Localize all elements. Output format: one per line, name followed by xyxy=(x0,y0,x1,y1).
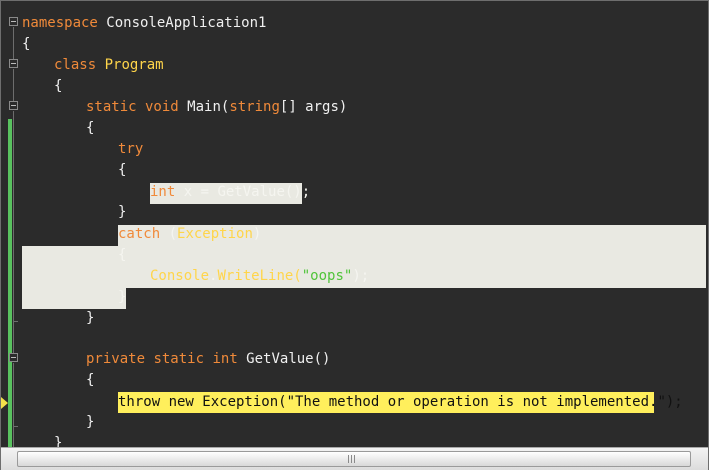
fold-end-marker xyxy=(13,321,18,322)
brace: { xyxy=(86,120,95,136)
keyword: try xyxy=(118,141,144,157)
horizontal-scrollbar[interactable] xyxy=(1,447,708,470)
fold-line xyxy=(13,69,14,101)
code-editor[interactable]: namespace ConsoleApplication1 { class Pr… xyxy=(0,0,709,470)
brace: } xyxy=(118,204,127,220)
statement-end: ); xyxy=(352,268,370,284)
fold-toggle-namespace[interactable] xyxy=(9,17,18,26)
code-line[interactable]: int x = GetValue(); xyxy=(150,182,310,203)
keyword: int xyxy=(150,184,176,200)
keyword: int xyxy=(204,351,238,367)
scroll-right-button[interactable] xyxy=(694,451,706,465)
execution-pointer-icon xyxy=(1,397,8,409)
code-line[interactable]: namespace ConsoleApplication1 xyxy=(22,13,266,34)
brace: } xyxy=(118,289,127,305)
code-line[interactable]: } xyxy=(54,433,62,447)
current-statement-line[interactable]: throw new Exception("The method or opera… xyxy=(118,392,683,413)
code-line[interactable]: private static int GetValue() xyxy=(86,349,330,370)
brace: { xyxy=(22,36,31,52)
brace: { xyxy=(118,162,127,178)
code-line[interactable]: class Program xyxy=(54,55,164,76)
brace: { xyxy=(118,247,127,263)
statement: throw new Exception("The method or opera… xyxy=(118,394,683,410)
change-tracking-bar xyxy=(8,119,12,447)
code-line[interactable]: static void Main(string[] args) xyxy=(86,97,347,118)
grip-icon xyxy=(348,455,356,463)
string-literal: "oops" xyxy=(301,268,353,284)
paren: ) xyxy=(252,226,262,242)
keyword: static xyxy=(86,99,137,115)
keyword: namespace xyxy=(22,15,98,31)
brace: } xyxy=(54,435,63,447)
code-line[interactable]: { xyxy=(22,34,30,55)
code-line[interactable]: } xyxy=(118,287,126,308)
type-name: Exception xyxy=(177,226,253,242)
code-line[interactable]: } xyxy=(86,412,94,433)
method-name: GetValue() xyxy=(237,351,331,367)
code-line[interactable]: } xyxy=(118,202,126,223)
fold-line xyxy=(13,363,14,447)
fold-line xyxy=(13,111,14,353)
selection-highlight xyxy=(22,288,126,309)
keyword: catch xyxy=(118,226,161,242)
code-line[interactable]: { xyxy=(118,245,126,266)
fold-end-marker xyxy=(13,426,18,427)
brace: { xyxy=(54,78,63,94)
paren: ( xyxy=(160,226,178,242)
brace: } xyxy=(86,310,95,326)
type-name: Console xyxy=(150,268,210,284)
keyword: void xyxy=(136,99,179,115)
keyword: private xyxy=(86,351,146,367)
code-line[interactable]: { xyxy=(86,370,94,391)
scrollbar-thumb[interactable] xyxy=(17,451,691,467)
parameters: [] args) xyxy=(279,99,348,115)
method-name: Main( xyxy=(178,99,230,115)
code-line[interactable]: { xyxy=(54,76,62,97)
code-line[interactable]: { xyxy=(86,118,94,139)
fold-line xyxy=(13,27,14,59)
type-name: Program xyxy=(96,57,164,73)
statement: x = GetValue(); xyxy=(175,184,311,200)
fold-toggle-class[interactable] xyxy=(9,59,18,68)
scroll-left-button[interactable] xyxy=(3,451,15,465)
code-line[interactable]: try xyxy=(118,139,143,160)
method-name: WriteLine( xyxy=(217,268,302,284)
code-line[interactable]: Console.WriteLine("oops"); xyxy=(150,266,369,287)
fold-toggle-main[interactable] xyxy=(9,101,18,110)
keyword: class xyxy=(54,57,97,73)
brace: { xyxy=(86,372,95,388)
code-line[interactable]: { xyxy=(118,160,126,181)
identifier: ConsoleApplication1 xyxy=(97,15,267,31)
brace: } xyxy=(86,414,95,430)
code-line[interactable]: } xyxy=(86,308,94,329)
keyword: string xyxy=(229,99,280,115)
fold-toggle-getvalue[interactable] xyxy=(9,353,18,362)
code-line[interactable]: catch (Exception) xyxy=(118,224,261,245)
keyword: static xyxy=(145,351,205,367)
